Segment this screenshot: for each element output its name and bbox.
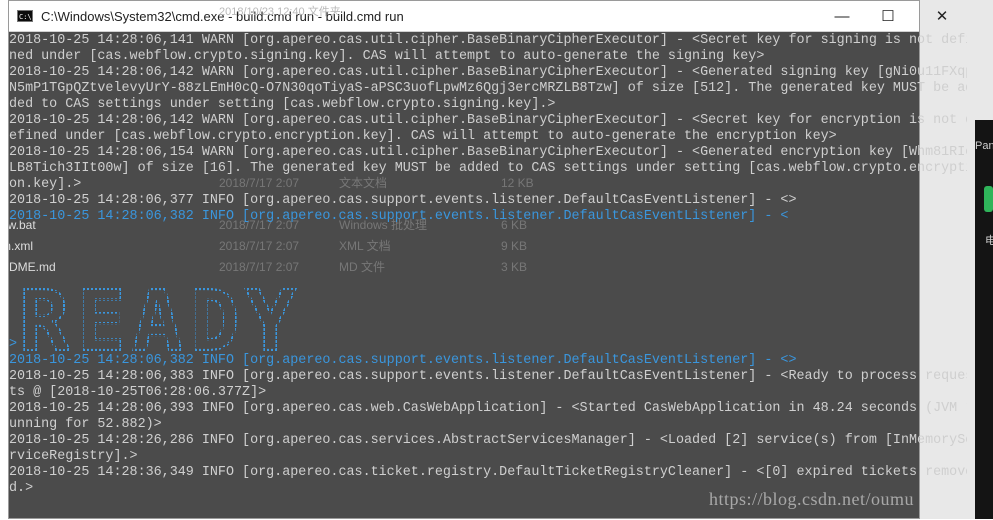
console-line: ned under [cas.webflow.crypto.signing.ke… xyxy=(9,49,765,64)
console-line: 2018-10-25 14:28:26,286 INFO [org.apereo… xyxy=(9,433,967,448)
console-line: 2018-10-25 14:28:06,142 WARN [org.apereo… xyxy=(9,113,967,128)
console-line: unning for 52.882)> xyxy=(9,417,162,432)
console-line: on.key].> xyxy=(9,177,82,192)
maximize-button[interactable]: ☐ xyxy=(865,1,911,31)
ghost-file-size: 9 KB xyxy=(501,239,528,253)
console-line: ts @ [2018-10-25T06:28:06.377Z]> xyxy=(9,385,267,400)
ghost-file-date: 2018/7/17 2:07 xyxy=(219,176,300,190)
ready-banner-text: READY xyxy=(19,284,302,356)
console-line: rviceRegistry].> xyxy=(9,449,138,464)
ghost-file-date: 2018/7/17 2:07 xyxy=(219,239,300,253)
minimize-button[interactable]: — xyxy=(819,1,865,31)
console-line: 2018-10-25 14:28:06,382 INFO [org.apereo… xyxy=(9,209,789,224)
title-ghost-text: 2018/10/23 12:40 文件夹 xyxy=(219,6,341,18)
console-line: N5mP1TGpQZtvelevyUrY-88zLEmH0cQ-O7N30qoT… xyxy=(9,81,967,96)
ghost-file-size: 3 KB xyxy=(501,260,528,274)
console-output[interactable]: 2018/7/17 2:07 文本文档 12 KB nw.bat 2018/7/… xyxy=(9,32,967,520)
ready-ascii-banner: READY xyxy=(18,271,354,371)
console-line: 2018-10-25 14:28:06,393 INFO [org.apereo… xyxy=(9,401,967,416)
ghost-file-name: ADME.md xyxy=(9,260,56,274)
watermark: https://blog.csdn.net/oumu xyxy=(709,489,914,509)
background-dark-panel xyxy=(975,120,993,519)
console-line: efined under [cas.webflow.crypto.encrypt… xyxy=(9,129,837,144)
ghost-file-date: 2018/7/17 2:07 xyxy=(219,260,300,274)
console-line: d.> xyxy=(9,481,34,496)
ghost-file-type: XML 文档 xyxy=(339,239,391,253)
console-line: 2018-10-25 14:28:06,154 WARN [org.apereo… xyxy=(9,145,967,160)
close-button[interactable]: ✕ xyxy=(919,1,965,31)
ghost-file-name: m.xml xyxy=(9,239,33,253)
console-line: 2018-10-25 14:28:06,142 WARN [org.apereo… xyxy=(9,65,967,80)
cmd-app-icon: C:\ xyxy=(17,10,33,22)
title-bar[interactable]: C:\ C:\Windows\System32\cmd.exe - build.… xyxy=(9,1,948,32)
console-line: 2018-10-25 14:28:06,377 INFO [org.apereo… xyxy=(9,193,797,208)
cmd-window[interactable]: C:\ C:\Windows\System32\cmd.exe - build.… xyxy=(8,0,967,519)
background-panel-label: Pan xyxy=(975,140,993,152)
console-line: ded to CAS settings under setting [cas.w… xyxy=(9,97,556,112)
ready-banner-art: READY xyxy=(18,271,302,371)
console-line: 2018-10-25 14:28:36,349 INFO [org.apereo… xyxy=(9,465,967,480)
ghost-file-size: 12 KB xyxy=(501,176,534,190)
console-line: LB8Tich3IIt00w] of size [16]. The genera… xyxy=(9,161,967,176)
ghost-file-type: MD 文件 xyxy=(339,260,385,274)
ghost-file-type: 文本文档 xyxy=(339,176,388,190)
console-line: > xyxy=(9,337,18,352)
background-green-indicator xyxy=(984,186,993,212)
console-line: 2018-10-25 14:28:06,383 INFO [org.apereo… xyxy=(9,369,967,384)
background-panel-label-2: 电 xyxy=(985,235,993,247)
console-line: 2018-10-25 14:28:06,141 WARN [org.apereo… xyxy=(9,33,967,48)
